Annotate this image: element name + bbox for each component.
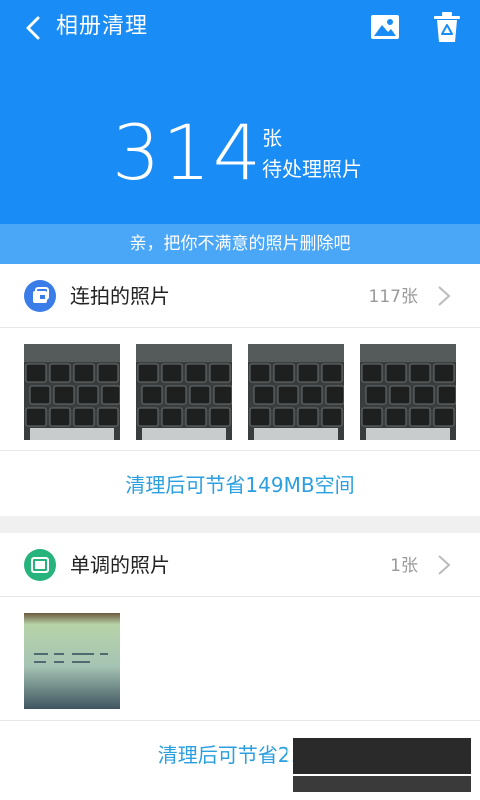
burst-photos-clean-button[interactable]: 清理后可节省149MB空间 [0, 450, 480, 518]
pending-label: 待处理照片 [262, 157, 362, 181]
photo-thumbnail[interactable] [24, 613, 120, 709]
pending-count: 314 [112, 108, 264, 197]
burst-photos-icon [24, 280, 56, 312]
monotone-photos-icon [24, 549, 56, 581]
monotone-photos-title: 单调的照片 [70, 553, 170, 577]
header: 相册清理 314 张 待处理照片 [0, 0, 480, 224]
burst-photos-card: 连拍的照片 117张 清理后可节省149MB空间 [0, 264, 480, 516]
photo-thumbnail[interactable] [136, 344, 232, 440]
photo-thumbnail[interactable] [248, 344, 344, 440]
monotone-photos-header[interactable]: 单调的照片 1张 [0, 533, 480, 597]
count-unit: 张 [262, 126, 282, 150]
photo-thumbnail[interactable] [360, 344, 456, 440]
trash-icon[interactable] [430, 10, 464, 44]
image-icon[interactable] [368, 10, 402, 44]
chevron-right-icon [438, 555, 451, 575]
monotone-photos-count: 1张 [390, 556, 418, 576]
photo-thumbnail[interactable] [24, 344, 120, 440]
burst-photos-count: 117张 [368, 287, 418, 307]
chevron-right-icon [438, 286, 451, 306]
burst-photos-title: 连拍的照片 [70, 284, 170, 308]
burst-photos-header[interactable]: 连拍的照片 117张 [0, 264, 480, 328]
watermark-logo [287, 732, 477, 798]
back-arrow-icon[interactable] [22, 14, 50, 42]
page-title: 相册清理 [56, 14, 149, 39]
tip-bar: 亲，把你不满意的照片删除吧 [0, 224, 480, 264]
